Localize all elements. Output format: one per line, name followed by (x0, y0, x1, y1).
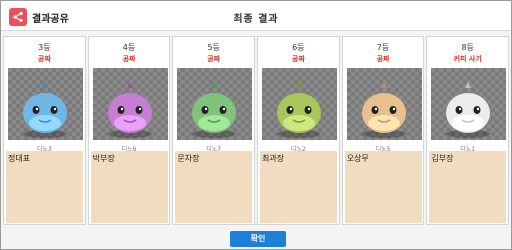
rank-label: 3등 (38, 43, 51, 52)
rank-label: 5등 (207, 43, 220, 52)
result-card: 5등 공짜 디노7 문차장 (172, 36, 256, 225)
dino-avatar (262, 68, 338, 140)
header-bar: 결과공유 최종 결과 (1, 1, 511, 31)
result-card: 6등 공짜 디노2 최과장 (257, 36, 340, 225)
player-note: 김부장 (429, 151, 507, 223)
player-note: 최과장 (260, 151, 338, 223)
rank-label: 8등 (461, 43, 474, 52)
prize-label: 공짜 (376, 55, 390, 63)
result-window: 결과공유 최종 결과 3등 공짜 디노3 정대표 4등 공짜 디노6 박부장 5… (0, 0, 512, 250)
dino-avatar (431, 68, 507, 140)
result-card: 7등 공짜 디노5 오상무 (341, 36, 425, 225)
page-title: 최종 결과 (233, 14, 279, 25)
player-note: 박부장 (90, 151, 168, 223)
dino-figure (446, 82, 491, 138)
dino-figure (192, 82, 237, 138)
dino-figure (23, 82, 67, 138)
player-name: 문차장 (177, 154, 200, 163)
rank-label: 6등 (292, 43, 305, 52)
result-cards: 3등 공짜 디노3 정대표 4등 공짜 디노6 박부장 5등 공짜 디노7 문차… (3, 36, 510, 226)
dino-figure (107, 82, 152, 138)
player-name: 오상무 (346, 154, 369, 163)
prize-label: 커피 사기 (453, 55, 482, 63)
prize-label: 공짜 (122, 55, 136, 63)
prize-label: 공짜 (207, 55, 221, 63)
prize-label: 공짜 (37, 55, 51, 63)
dino-avatar (92, 68, 168, 140)
result-card: 4등 공짜 디노6 박부장 (87, 36, 171, 225)
player-note: 오상무 (344, 151, 422, 223)
dino-avatar (346, 68, 422, 140)
player-name: 김부장 (431, 154, 454, 163)
prize-label: 공짜 (291, 55, 305, 63)
result-card: 3등 공짜 디노3 정대표 (3, 36, 86, 225)
rank-label: 7등 (376, 43, 390, 52)
dino-avatar (8, 68, 83, 140)
player-note: 정대표 (6, 151, 83, 223)
player-name: 최과장 (262, 154, 285, 163)
dino-avatar (177, 68, 253, 140)
rank-label: 4등 (122, 43, 136, 52)
player-name: 정대표 (8, 154, 31, 163)
dino-figure (361, 82, 406, 138)
player-note: 문차장 (175, 151, 253, 223)
result-card: 8등 커피 사기 디노1 김부장 (426, 36, 510, 225)
player-name: 박부장 (92, 154, 115, 163)
dino-figure (277, 82, 322, 138)
confirm-button[interactable]: 확인 (230, 231, 286, 247)
